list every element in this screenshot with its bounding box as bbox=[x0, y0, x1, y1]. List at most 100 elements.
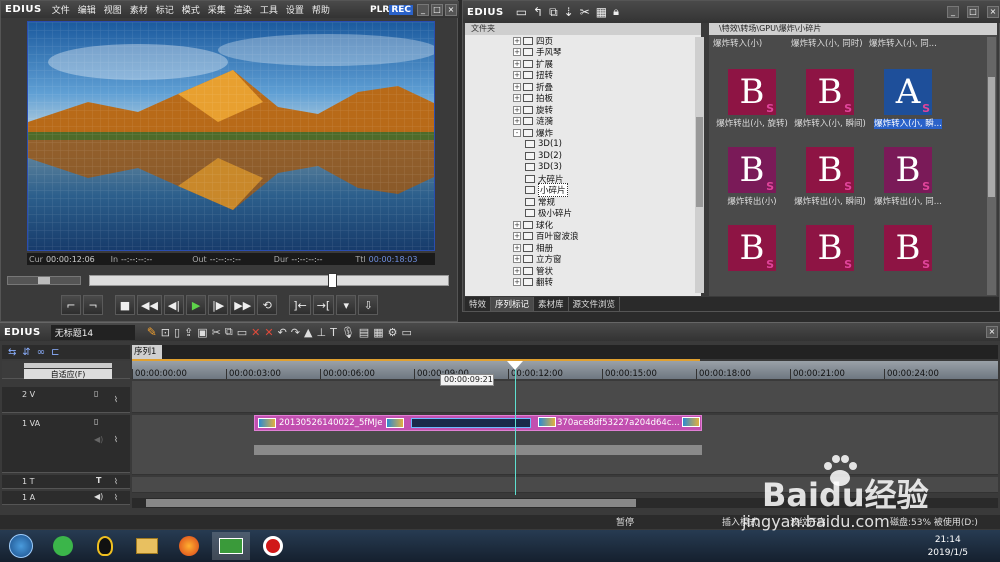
track-expand-icon[interactable]: ⌇ bbox=[114, 395, 118, 404]
tree-item[interactable]: + 相册 bbox=[465, 242, 701, 254]
expand-icon[interactable]: + bbox=[513, 232, 521, 241]
tree-item[interactable]: 大碎片 bbox=[465, 173, 701, 185]
mark-button[interactable]: ▾ bbox=[336, 295, 357, 315]
close-icon[interactable]: × bbox=[445, 3, 457, 16]
view-icon[interactable]: ▦ bbox=[596, 5, 607, 19]
zoom-slider[interactable] bbox=[24, 363, 112, 368]
tree-scrollbar[interactable] bbox=[695, 37, 704, 293]
record-app-icon[interactable] bbox=[254, 532, 292, 560]
tree-item[interactable]: + 翻转 bbox=[465, 277, 701, 288]
tab-sequence[interactable]: 序列1 bbox=[132, 345, 162, 359]
shuttle-slider[interactable] bbox=[7, 276, 81, 285]
export-icon[interactable]: ▭ bbox=[401, 326, 411, 339]
minimize-icon[interactable]: _ bbox=[417, 3, 429, 16]
render-icon[interactable]: ⚙ bbox=[388, 326, 398, 339]
firefox-icon[interactable] bbox=[170, 532, 208, 560]
capture-icon[interactable]: ⊡ bbox=[161, 326, 170, 339]
preview-video[interactable] bbox=[27, 21, 435, 251]
tree-item[interactable]: 常规 bbox=[465, 196, 701, 208]
timeline-scroll-thumb[interactable] bbox=[146, 499, 636, 507]
tree-item[interactable]: + 立方窗 bbox=[465, 254, 701, 265]
tab-sequence-markers[interactable]: 序列标记 bbox=[491, 297, 535, 311]
loop-button[interactable]: ⟲ bbox=[257, 295, 278, 315]
effect-label[interactable]: 爆炸转入(小) bbox=[713, 37, 762, 49]
next-frame-button[interactable]: |▶ bbox=[208, 295, 229, 315]
effect-item[interactable]: B S 爆炸转出(小, 旋转) bbox=[713, 69, 791, 129]
voice-icon[interactable]: 🎙︎ bbox=[341, 326, 355, 339]
prev-frame-button[interactable]: ◀| bbox=[163, 295, 185, 315]
open-icon[interactable]: ⇪ bbox=[184, 326, 193, 339]
audio-waveform-bar[interactable] bbox=[254, 445, 702, 455]
effect-item[interactable]: BS bbox=[869, 225, 947, 273]
speaker-icon[interactable]: ◀) bbox=[94, 492, 103, 501]
video-clip[interactable]: 20130526140022_5fMJe 370ace8df53227a204d… bbox=[254, 415, 702, 431]
expand-icon[interactable]: + bbox=[513, 36, 521, 45]
speaker-icon[interactable]: ◀) bbox=[94, 435, 103, 444]
grid-scrollbar[interactable] bbox=[987, 37, 996, 295]
mixer-icon[interactable]: ▤ bbox=[359, 326, 369, 339]
effect-item[interactable]: B S 爆炸转出(小, 瞬间) bbox=[791, 147, 869, 207]
transition-marker[interactable] bbox=[411, 418, 531, 428]
menu-settings[interactable]: 设置 bbox=[282, 3, 308, 16]
track-view-icon[interactable]: ▯ bbox=[94, 389, 98, 398]
new-project-icon[interactable]: ✎ bbox=[147, 325, 157, 339]
tree-item[interactable]: + 涟漪 bbox=[465, 116, 701, 127]
effect-label[interactable]: 爆炸转入(小, 同时) bbox=[791, 37, 863, 49]
track-header-1a[interactable]: 1 A ◀) ⌇ bbox=[2, 491, 130, 505]
rewind-button[interactable]: ◀◀ bbox=[137, 295, 162, 315]
tree-item[interactable]: + 扭转 bbox=[465, 70, 701, 81]
cut-icon[interactable]: ✂ bbox=[580, 5, 590, 19]
explorer-icon[interactable] bbox=[128, 532, 166, 560]
add-clip-icon[interactable]: ▯ bbox=[174, 326, 180, 339]
tree-scroll-thumb[interactable] bbox=[696, 117, 703, 207]
menu-help[interactable]: 帮助 bbox=[308, 3, 334, 16]
tab-asset-library[interactable]: 素材库 bbox=[534, 297, 569, 311]
apply-icon[interactable]: ⇣ bbox=[564, 5, 574, 19]
redo-icon[interactable]: ↷ bbox=[291, 326, 300, 339]
track-header-1va[interactable]: 1 VA ▯ ◀) ⌇ bbox=[2, 415, 130, 473]
effect-label[interactable]: 爆炸转入(小, 同... bbox=[869, 37, 937, 49]
group-icon[interactable]: ⊏ bbox=[51, 347, 59, 358]
insert-button[interactable]: ]← bbox=[289, 295, 311, 315]
expand-icon[interactable]: + bbox=[513, 243, 521, 252]
tree-item[interactable]: + 扩展 bbox=[465, 58, 701, 70]
playhead[interactable] bbox=[507, 361, 523, 495]
menu-tools[interactable]: 工具 bbox=[256, 3, 282, 16]
edius-task-icon[interactable] bbox=[212, 532, 250, 560]
copy-icon[interactable]: ⧉ bbox=[225, 325, 233, 339]
tree-item[interactable]: + 折叠 bbox=[465, 81, 701, 93]
menu-marker[interactable]: 标记 bbox=[152, 3, 178, 16]
shuttle-handle[interactable] bbox=[38, 277, 50, 284]
expand-icon[interactable]: + bbox=[513, 220, 521, 229]
start-button[interactable] bbox=[2, 532, 40, 560]
close-icon[interactable]: × bbox=[986, 326, 998, 338]
stop-button[interactable]: ■ bbox=[115, 295, 135, 315]
timeline-ruler[interactable]: 00:00:00:0000:00:03:0000:00:06:0000:00:0… bbox=[132, 361, 998, 379]
effect-item[interactable]: A S 爆炸转入(小, 瞬... bbox=[869, 69, 947, 129]
export-button[interactable]: ⇩ bbox=[358, 295, 379, 315]
menu-clip[interactable]: 素材 bbox=[126, 3, 152, 16]
qq-icon[interactable] bbox=[86, 532, 124, 560]
tree-item[interactable]: 3D(2) bbox=[465, 150, 701, 162]
marker-icon[interactable]: ▲ bbox=[304, 326, 312, 339]
sync-icon[interactable]: ⇵ bbox=[22, 347, 30, 358]
undo-icon[interactable]: ↶ bbox=[278, 326, 287, 339]
menu-edit[interactable]: 编辑 bbox=[74, 3, 100, 16]
grid-scroll-thumb[interactable] bbox=[988, 77, 995, 197]
position-handle[interactable] bbox=[328, 273, 337, 288]
link-icon[interactable]: ∞ bbox=[37, 347, 45, 358]
tree-item[interactable]: + 百叶窗波浪 bbox=[465, 231, 701, 242]
cut-icon[interactable]: ✂ bbox=[212, 326, 221, 339]
minimize-icon[interactable]: _ bbox=[947, 6, 959, 18]
save-icon[interactable]: ▣ bbox=[197, 326, 207, 339]
position-track[interactable] bbox=[89, 273, 449, 288]
zoom-fit-dropdown[interactable]: 自适应(F) bbox=[24, 369, 112, 379]
fast-forward-button[interactable]: ▶▶ bbox=[230, 295, 256, 315]
track-expand-icon[interactable]: ⌇ bbox=[114, 435, 118, 444]
normalize-icon[interactable]: ⊥ bbox=[316, 326, 326, 339]
expand-icon[interactable]: + bbox=[513, 105, 521, 114]
track-expand-icon[interactable]: ⌇ bbox=[114, 477, 118, 486]
player-scrubber[interactable] bbox=[7, 272, 453, 288]
expand-icon[interactable]: + bbox=[513, 82, 521, 91]
refresh-app-icon[interactable] bbox=[44, 532, 82, 560]
